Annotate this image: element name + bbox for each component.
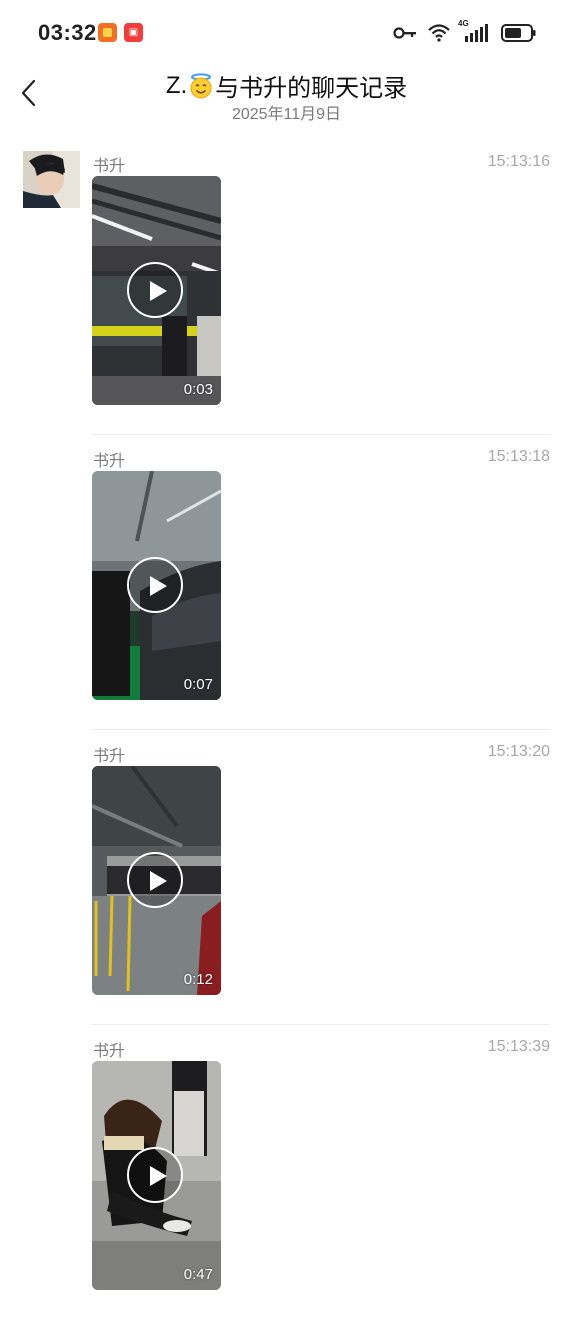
key-icon [393,26,417,40]
signal-icon: 4G [458,19,491,43]
message-time: 15:13:20 [487,743,550,760]
page-title: Z. 与书升的聊天记录 [0,68,573,103]
video-duration: 0:12 [183,971,213,988]
title-text: 与书升的聊天记录 [215,75,408,102]
wifi-icon [427,23,451,43]
play-icon[interactable] [127,557,183,613]
play-icon[interactable] [127,1147,183,1203]
sender-name: 书升 [93,158,126,175]
message-item: 书升 15:13:16 0:03 [92,140,550,435]
message-item: 书升 15:13:18 0:07 [92,435,550,730]
message-time: 15:13:18 [487,448,550,465]
video-duration: 0:47 [183,1266,213,1283]
sender-name: 书升 [93,453,126,470]
battery-icon [501,23,537,43]
video-duration: 0:03 [183,381,213,398]
status-icons: 4G [393,19,537,44]
sender-name: 书升 [93,1043,126,1060]
app-notification-icon [98,23,117,42]
status-time: 03:32 [38,20,97,45]
message-item: 书升 15:13:20 0:12 [92,730,550,1025]
chat-date: 2025年11月9日 [231,106,342,123]
play-icon[interactable] [127,262,183,318]
network-type: 4G [458,19,469,28]
message-time: 15:13:39 [487,1038,550,1055]
video-thumbnail[interactable]: 0:03 [92,176,221,405]
shopping-app-notification-icon: ▣ [124,23,143,42]
video-thumbnail[interactable]: 0:47 [92,1061,221,1290]
avatar[interactable] [23,151,80,208]
video-duration: 0:07 [183,676,213,693]
chat-history-header: Z. 与书升的聊天记录 2025年11月9日 [0,66,573,130]
sender-name: 书升 [93,748,126,765]
play-icon[interactable] [127,852,183,908]
smiling-face-with-halo-icon [188,72,214,99]
video-thumbnail[interactable]: 0:07 [92,471,221,700]
title-contact-name: Z. [165,71,188,99]
status-bar: 03:32 ▣ 4G [0,0,573,66]
message-item: 书升 15:13:39 0:47 [92,1025,550,1320]
video-thumbnail[interactable]: 0:12 [92,766,221,995]
message-time: 15:13:16 [487,153,550,170]
